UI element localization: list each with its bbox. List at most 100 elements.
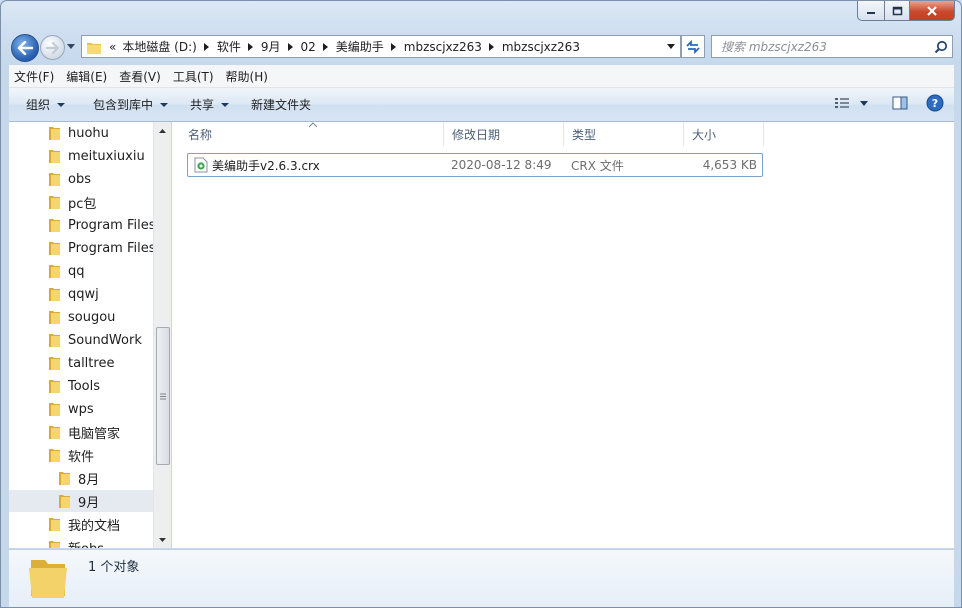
tree-item[interactable]: qq: [9, 260, 85, 282]
recent-pages-button[interactable]: [66, 41, 76, 51]
tree-item[interactable]: 8月: [9, 467, 99, 489]
column-modified-header[interactable]: 修改日期: [444, 122, 564, 146]
change-view-button[interactable]: [834, 96, 868, 110]
breadcrumb-separator-icon[interactable]: [244, 42, 258, 51]
details-pane: 1 个对象: [9, 549, 954, 607]
tree-item[interactable]: meituxiuxiu: [9, 145, 145, 167]
chevron-down-icon: [67, 43, 75, 49]
arrow-up-icon: [159, 128, 166, 133]
arrow-right-icon: [45, 41, 59, 54]
include-in-library-label: 包含到库中: [93, 98, 154, 112]
menu-edit[interactable]: 编辑(E): [61, 68, 112, 85]
tree-item[interactable]: 电脑管家: [9, 421, 120, 443]
tree-item-label: qqwj: [68, 286, 99, 302]
folder-icon: [49, 242, 60, 255]
organize-button[interactable]: 组织: [17, 96, 74, 113]
file-type: CRX 文件: [571, 158, 624, 173]
tree-item[interactable]: Tools: [9, 375, 100, 397]
tree-item[interactable]: Program Files: [9, 237, 153, 259]
breadcrumb-item[interactable]: 02: [297, 40, 318, 54]
tree-item[interactable]: sougou: [9, 306, 115, 328]
breadcrumb-item[interactable]: mbzscjxz263: [499, 40, 583, 54]
share-label: 共享: [190, 98, 215, 112]
breadcrumb-overflow[interactable]: «: [106, 40, 119, 54]
address-dropdown-button[interactable]: [662, 36, 680, 57]
tree-item[interactable]: obs: [9, 168, 91, 190]
file-name-cell: 美编助手v2.6.3.crx: [194, 154, 320, 176]
menu-help[interactable]: 帮助(H): [221, 68, 273, 85]
forward-button[interactable]: [40, 35, 65, 60]
file-size: 4,653 KB: [702, 158, 757, 172]
search-input[interactable]: 搜索 mbzscjxz263: [712, 38, 930, 55]
tree-item[interactable]: Program Files: [9, 214, 153, 236]
folder-icon: [49, 219, 60, 232]
breadcrumb-item[interactable]: 美编助手: [333, 38, 387, 55]
new-folder-button[interactable]: 新建文件夹: [242, 96, 320, 113]
address-bar[interactable]: « 本地磁盘 (D:) 软件 9月 02 美编助手 mbzscjxz263 mb…: [81, 35, 681, 58]
tree-item[interactable]: 9月: [9, 490, 153, 512]
chevron-down-icon: [667, 44, 675, 49]
search-box[interactable]: 搜索 mbzscjxz263: [711, 35, 953, 58]
scroll-thumb[interactable]: [156, 327, 170, 465]
share-button[interactable]: 共享: [181, 96, 238, 113]
breadcrumb-separator-icon[interactable]: [485, 42, 499, 51]
tree-item[interactable]: wps: [9, 398, 94, 420]
scroll-down-button[interactable]: [154, 531, 171, 548]
tree-item[interactable]: huohu: [9, 122, 109, 144]
breadcrumb-separator-icon[interactable]: [283, 42, 297, 51]
menu-tools[interactable]: 工具(T): [168, 68, 219, 85]
tree-item[interactable]: pc包: [9, 191, 96, 213]
folder-icon: [49, 265, 60, 278]
folder-icon: [59, 472, 70, 485]
breadcrumb-item[interactable]: 软件: [214, 38, 244, 55]
menu-file[interactable]: 文件(F): [9, 68, 59, 85]
column-modified-label: 修改日期: [452, 127, 501, 142]
file-modified: 2020-08-12 8:49: [451, 158, 552, 172]
arrow-down-icon: [159, 537, 166, 542]
breadcrumb-separator-icon[interactable]: [387, 42, 401, 51]
tree-item[interactable]: qqwj: [9, 283, 99, 305]
column-size-header[interactable]: 大小: [684, 122, 764, 146]
column-size-label: 大小: [692, 127, 717, 142]
refresh-button[interactable]: [681, 35, 705, 58]
tree-item-label: 我的文档: [68, 518, 121, 534]
folder-icon: [49, 150, 60, 163]
preview-pane-button[interactable]: [892, 96, 908, 110]
scroll-up-button[interactable]: [154, 122, 171, 139]
folder-icon: [49, 173, 60, 186]
tree-item-label: 软件: [68, 449, 95, 465]
folder-icon: [29, 560, 67, 598]
minimize-button[interactable]: [857, 1, 885, 21]
help-button[interactable]: ?: [926, 94, 944, 112]
tree-item[interactable]: talltree: [9, 352, 114, 374]
file-row[interactable]: 美编助手v2.6.3.crx 2020-08-12 8:49 CRX 文件 4,…: [187, 153, 763, 177]
crx-file-icon: [194, 157, 208, 173]
file-name: 美编助手v2.6.3.crx: [212, 158, 320, 173]
maximize-button[interactable]: [885, 1, 910, 21]
breadcrumb-separator-icon[interactable]: [200, 42, 214, 51]
tree-item[interactable]: SoundWork: [9, 329, 142, 351]
breadcrumb-item[interactable]: 9月: [258, 38, 284, 55]
tree-item-label: wps: [68, 401, 94, 417]
column-type-label: 类型: [572, 127, 597, 142]
search-icon[interactable]: [930, 40, 952, 54]
column-type-header[interactable]: 类型: [564, 122, 684, 146]
minimize-icon: [867, 11, 875, 14]
tree-item[interactable]: 软件: [9, 444, 94, 466]
command-bar: 组织 包含到库中 共享 新建文件夹 ?: [9, 88, 954, 122]
breadcrumb-item[interactable]: 本地磁盘 (D:): [119, 38, 199, 55]
tree-scrollbar[interactable]: [153, 122, 171, 548]
explorer-window: « 本地磁盘 (D:) 软件 9月 02 美编助手 mbzscjxz263 mb…: [0, 0, 962, 608]
tree-item-label: SoundWork: [68, 332, 142, 348]
tree-item[interactable]: 我的文档: [9, 513, 120, 535]
menu-view[interactable]: 查看(V): [114, 68, 166, 85]
include-in-library-button[interactable]: 包含到库中: [84, 96, 177, 113]
back-button[interactable]: [11, 34, 39, 62]
tree-item-label: 9月: [78, 495, 100, 511]
tree-item[interactable]: 新obs: [9, 536, 104, 548]
breadcrumb-item[interactable]: mbzscjxz263: [401, 40, 485, 54]
tree-item-label: 电脑管家: [68, 426, 121, 442]
breadcrumb-separator-icon[interactable]: [319, 42, 333, 51]
chevron-down-icon: [160, 102, 169, 107]
close-button[interactable]: [910, 1, 955, 21]
